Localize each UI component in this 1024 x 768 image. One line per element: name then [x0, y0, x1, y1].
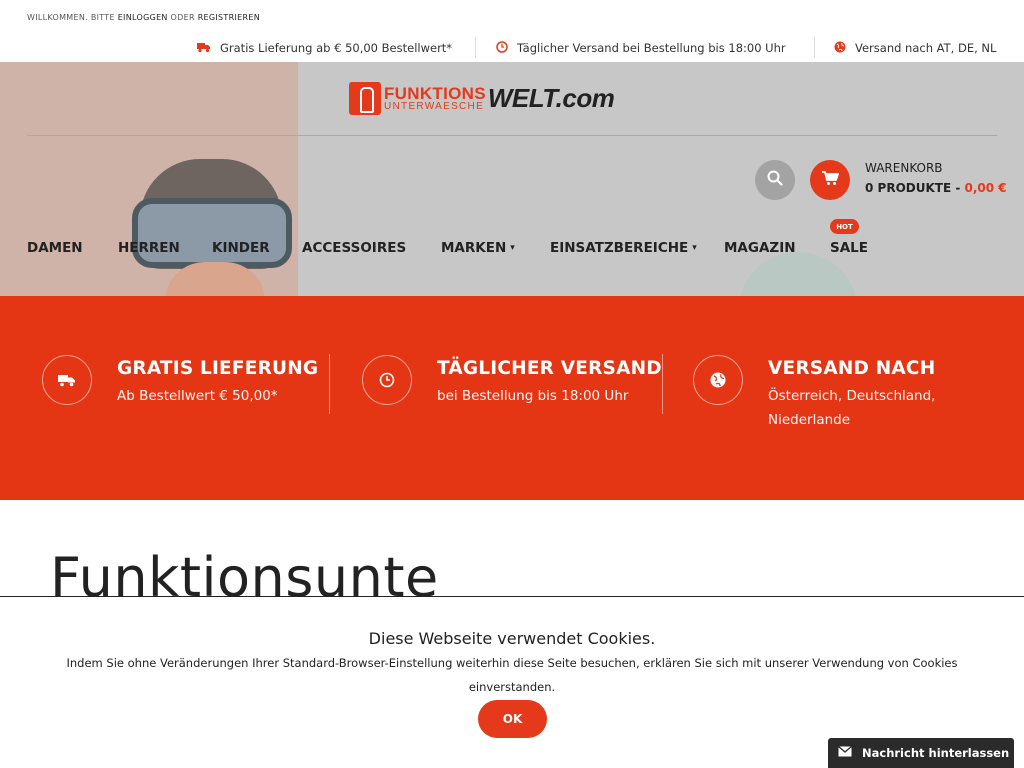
nav-item-einsatzbereiche[interactable]: EINSATZBEREICHE ▾	[550, 240, 697, 256]
logo-line1: FUNKTIONS	[384, 83, 486, 103]
cookie-ok-button[interactable]: OK	[478, 700, 547, 738]
logo-line3: WELT.com	[487, 82, 615, 113]
divider	[329, 354, 330, 414]
truck-icon	[42, 355, 92, 405]
usp-shipping-text: Täglicher Versand bei Bestellung bis 18:…	[517, 41, 786, 55]
truck-icon	[197, 42, 211, 55]
logo-line2: UNTERWAESCHE	[384, 100, 485, 112]
register-link[interactable]: REGISTRIEREN	[198, 13, 260, 22]
nav-item-kinder[interactable]: KINDER	[212, 240, 270, 256]
hero-background-shape	[738, 252, 858, 296]
cart-summary[interactable]: 0 PRODUKTE - 0,00 €	[865, 181, 1007, 195]
cart-total: 0,00 €	[964, 181, 1007, 195]
search-icon	[767, 170, 783, 190]
feature-title: GRATIS LIEFERUNG	[117, 358, 319, 379]
clock-icon	[496, 41, 508, 55]
nav-item-sale[interactable]: SALE	[830, 240, 868, 256]
nav-item-label: KINDER	[212, 240, 270, 256]
nav-item-accessoires[interactable]: ACCESSOIRES	[302, 240, 406, 256]
nav-item-label: MARKEN	[441, 240, 507, 256]
feature-band: GRATIS LIEFERUNG Ab Bestellwert € 50,00*…	[0, 296, 1024, 500]
leave-message-button[interactable]: Nachricht hinterlassen	[828, 738, 1014, 768]
cart-count: 0 PRODUKTE	[865, 181, 952, 195]
nav-item-label: EINSATZBEREICHE	[550, 240, 689, 256]
feature-subtitle: bei Bestellung bis 18:00 Uhr	[437, 388, 629, 404]
feature-title: TÄGLICHER VERSAND	[437, 358, 662, 379]
hot-badge: HOT	[830, 219, 859, 234]
usp-countries-text: Versand nach AT, DE, NL	[855, 41, 997, 55]
usp-shipping: Täglicher Versand bei Bestellung bis 18:…	[496, 40, 786, 56]
feature-subtitle: Ab Bestellwert € 50,00*	[117, 388, 278, 404]
feature-title: VERSAND NACH	[768, 358, 936, 379]
usp-countries: Versand nach AT, DE, NL	[834, 40, 996, 56]
globe-icon	[693, 355, 743, 405]
search-button[interactable]	[755, 160, 795, 200]
globe-icon	[834, 41, 846, 55]
chevron-down-icon: ▾	[510, 243, 515, 253]
logo-wordmark: FUNKTIONS UNTERWAESCHE	[384, 85, 486, 112]
clock-icon	[362, 355, 412, 405]
welcome-prefix: WILLKOMMEN. BITTE	[27, 13, 118, 22]
nav-item-magazin[interactable]: MAGAZIN	[724, 240, 796, 256]
chevron-down-icon: ▾	[692, 243, 697, 253]
envelope-icon	[828, 746, 862, 760]
cookie-text: Indem Sie ohne Veränderungen Ihrer Stand…	[66, 656, 958, 694]
nav-item-label: DAMEN	[27, 240, 83, 256]
feature-subtitle: Österreich, Deutschland, Niederlande	[768, 388, 936, 428]
top-bar: WILLKOMMEN. BITTE EINLOGGEN ODER REGISTR…	[0, 0, 1024, 62]
hero-goggles-shape	[132, 198, 292, 268]
login-link[interactable]: EINLOGGEN	[118, 13, 168, 22]
site-logo[interactable]: FUNKTIONS UNTERWAESCHE WELT.com	[349, 81, 615, 115]
divider	[662, 354, 663, 414]
hero-header: FUNKTIONS UNTERWAESCHE WELT.com WARENKOR…	[0, 62, 1024, 296]
usp-delivery-text: Gratis Lieferung ab € 50,00 Bestellwert*	[220, 41, 453, 55]
cart-label[interactable]: WARENKORB	[865, 161, 943, 175]
nav-item-marken[interactable]: MARKEN ▾	[441, 240, 515, 256]
cart-separator: -	[951, 181, 965, 195]
cart-button[interactable]	[810, 160, 850, 200]
leave-message-label: Nachricht hinterlassen	[862, 746, 1010, 760]
welcome-middle: ODER	[167, 13, 198, 22]
nav-item-label: ACCESSOIRES	[302, 240, 407, 256]
welcome-text: WILLKOMMEN. BITTE EINLOGGEN ODER REGISTR…	[27, 13, 260, 22]
nav-item-damen[interactable]: DAMEN	[27, 240, 83, 256]
cookie-title: Diese Webseite verwendet Cookies.	[368, 629, 656, 648]
header-divider	[27, 135, 997, 136]
nav-item-herren[interactable]: HERREN	[118, 240, 180, 256]
cart-icon	[821, 170, 839, 190]
nav-item-label: HERREN	[118, 240, 180, 256]
logo-icon	[349, 81, 381, 115]
divider	[814, 37, 815, 58]
nav-item-label: MAGAZIN	[724, 240, 796, 256]
nav-item-label: SALE	[830, 240, 868, 256]
usp-delivery: Gratis Lieferung ab € 50,00 Bestellwert*	[197, 40, 452, 56]
divider	[475, 37, 476, 58]
